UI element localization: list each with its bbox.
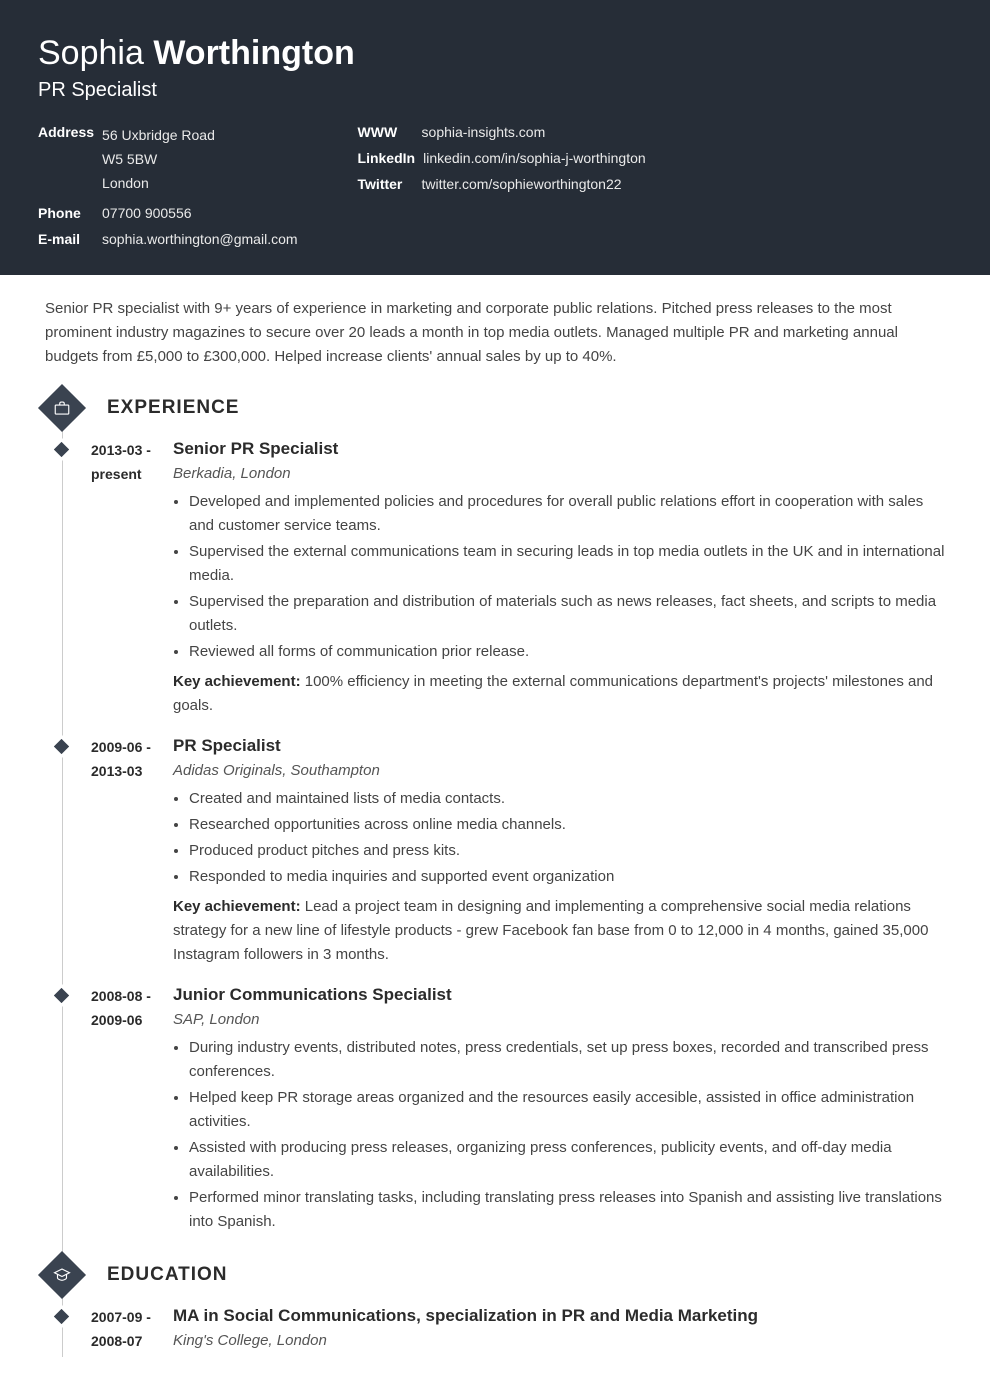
contact-left-col: Address 56 Uxbridge Road W5 5BW London P… [38, 124, 298, 247]
entry-subtitle: Adidas Originals, Southampton [173, 762, 952, 779]
www-label: WWW [358, 124, 414, 140]
bullet: Researched opportunities across online m… [189, 813, 952, 837]
graduation-cap-icon [38, 1251, 86, 1299]
briefcase-icon [38, 384, 86, 432]
entry-subtitle: SAP, London [173, 1011, 952, 1028]
bullet: Responded to media inquiries and support… [189, 865, 952, 889]
twitter-label: Twitter [358, 176, 414, 192]
phone-row: Phone 07700 900556 [38, 205, 298, 221]
address-label: Address [38, 124, 94, 140]
bullet: Assisted with producing press releases, … [189, 1136, 952, 1184]
twitter-row: Twitter twitter.com/sophieworthington22 [358, 176, 646, 192]
experience-entries: 2013-03 - present Senior PR Specialist Ber… [40, 439, 990, 1240]
entry-content: Junior Communications Specialist SAP, Lon… [173, 985, 990, 1240]
entry: 2013-03 - present Senior PR Specialist Ber… [40, 439, 990, 718]
entry-content: Senior PR Specialist Berkadia, London Deve… [173, 439, 990, 718]
diamond-icon [54, 442, 70, 458]
email-label: E-mail [38, 231, 94, 247]
phone-value: 07700 900556 [102, 205, 192, 221]
bullet: Performed minor translating tasks, inclu… [189, 1186, 952, 1234]
entry-bullets: During industry events, distributed note… [173, 1036, 952, 1234]
address-line-3: London [102, 172, 215, 196]
education-entries: 2007-09 - 2008-07 MA in Social Communicat… [40, 1306, 990, 1357]
twitter-value: twitter.com/sophieworthington22 [422, 176, 622, 192]
entry: 2007-09 - 2008-07 MA in Social Communicat… [40, 1306, 990, 1357]
address-value: 56 Uxbridge Road W5 5BW London [102, 124, 215, 195]
bullet: Developed and implemented policies and p… [189, 490, 952, 538]
section-head-education: EDUCATION [40, 1258, 990, 1292]
phone-label: Phone [38, 205, 94, 221]
contact-columns: Address 56 Uxbridge Road W5 5BW London P… [38, 124, 952, 247]
entry-subtitle: Berkadia, London [173, 465, 952, 482]
key-achievement-label: Key achievement: [173, 898, 301, 915]
email-row: E-mail sophia.worthington@gmail.com [38, 231, 298, 247]
entry-content: MA in Social Communications, specializat… [173, 1306, 990, 1357]
key-achievement: Key achievement: Lead a project team in … [173, 895, 952, 967]
email-value: sophia.worthington@gmail.com [102, 231, 298, 247]
entry: 2008-08 - 2009-06Junior Communications S… [40, 985, 990, 1240]
bullet: Created and maintained lists of media co… [189, 787, 952, 811]
contact-right-col: WWW sophia-insights.com LinkedIn linkedi… [358, 124, 646, 247]
section-head-experience: EXPERIENCE [40, 391, 990, 425]
diamond-icon [54, 1309, 70, 1325]
job-title-heading: PR Specialist [38, 79, 952, 102]
entry-dates: 2013-03 - present [91, 439, 159, 718]
entry-title: PR Specialist [173, 736, 952, 756]
body: Senior PR specialist with 9+ years of ex… [0, 275, 990, 1357]
entry-dates: 2008-08 - 2009-06 [91, 985, 159, 1240]
full-name: Sophia Worthington [38, 34, 952, 73]
key-achievement: Key achievement: 100% efficiency in meet… [173, 670, 952, 718]
linkedin-row: LinkedIn linkedin.com/in/sophia-j-worthi… [358, 150, 646, 166]
bullet: Helped keep PR storage areas organized a… [189, 1086, 952, 1134]
summary-text: Senior PR specialist with 9+ years of ex… [0, 297, 990, 369]
www-row: WWW sophia-insights.com [358, 124, 646, 140]
entry-bullets: Developed and implemented policies and p… [173, 490, 952, 664]
address-row: Address 56 Uxbridge Road W5 5BW London [38, 124, 298, 195]
diamond-icon [54, 988, 70, 1004]
entry-subtitle: King's College, London [173, 1332, 952, 1349]
key-achievement-label: Key achievement: [173, 673, 301, 690]
bullet: Supervised the preparation and distribut… [189, 590, 952, 638]
header: Sophia Worthington PR Specialist Address… [0, 0, 990, 275]
address-line-2: W5 5BW [102, 148, 215, 172]
section-title-education: EDUCATION [107, 1264, 228, 1286]
entry-dates: 2007-09 - 2008-07 [91, 1306, 159, 1357]
linkedin-label: LinkedIn [358, 150, 416, 166]
entry-title: Senior PR Specialist [173, 439, 952, 459]
entry-title: Junior Communications Specialist [173, 985, 952, 1005]
diamond-icon [54, 739, 70, 755]
linkedin-value: linkedin.com/in/sophia-j-worthington [423, 150, 646, 166]
bullet: During industry events, distributed note… [189, 1036, 952, 1084]
www-value: sophia-insights.com [422, 124, 546, 140]
section-title-experience: EXPERIENCE [107, 397, 239, 419]
last-name: Worthington [153, 34, 354, 72]
entry-bullets: Created and maintained lists of media co… [173, 787, 952, 889]
entry: 2009-06 - 2013-03 PR Specialist Adidas Ori… [40, 736, 990, 967]
entry-content: PR Specialist Adidas Originals, Southampt… [173, 736, 990, 967]
entry-title: MA in Social Communications, specializat… [173, 1306, 952, 1326]
bullet: Reviewed all forms of communication prio… [189, 640, 952, 664]
entry-dates: 2009-06 - 2013-03 [91, 736, 159, 967]
bullet: Supervised the external communications t… [189, 540, 952, 588]
resume-page: Sophia Worthington PR Specialist Address… [0, 0, 990, 1357]
first-name: Sophia [38, 34, 144, 72]
timeline: EXPERIENCE 2013-03 - presentSenior PR Sp… [40, 391, 990, 1357]
address-line-1: 56 Uxbridge Road [102, 124, 215, 148]
bullet: Produced product pitches and press kits. [189, 839, 952, 863]
